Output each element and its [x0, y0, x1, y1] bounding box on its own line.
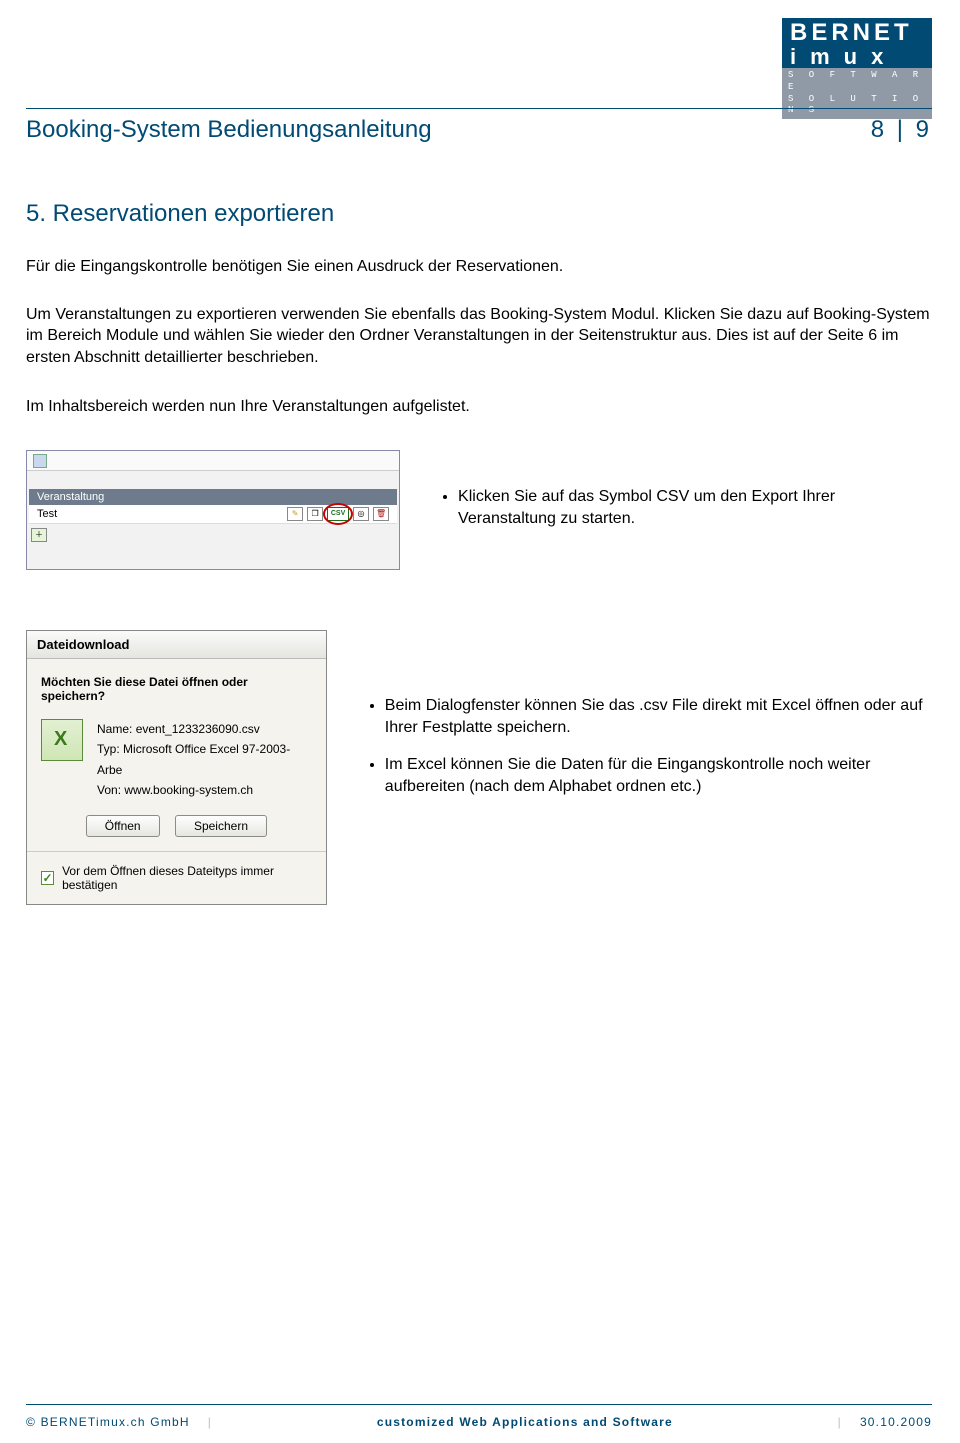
figure-block-2: Dateidownload Möchten Sie diese Datei öf… — [26, 630, 932, 905]
footer-separator: | — [820, 1415, 860, 1429]
confirm-checkbox-label: Vor dem Öffnen dieses Dateityps immer be… — [62, 864, 312, 892]
page-content: 5. Reservationen exportieren Für die Ein… — [26, 200, 932, 965]
logo-line-2: imux — [790, 45, 924, 68]
file-type-value: Microsoft Office Excel 97-2003-Arbe — [97, 742, 290, 776]
section-heading: 5. Reservationen exportieren — [26, 200, 932, 228]
delete-icon[interactable]: 🗑 — [373, 507, 389, 521]
view-icon[interactable]: ◎ — [353, 507, 369, 521]
save-button[interactable]: Speichern — [175, 815, 267, 837]
footer-copyright: © BERNETimux.ch GmbH — [26, 1415, 190, 1429]
csv-export-icon[interactable]: CSV — [327, 507, 349, 521]
footer-separator: | — [190, 1415, 230, 1429]
intro-paragraph-2: Um Veranstaltungen zu exportieren verwen… — [26, 304, 932, 369]
file-from-label: Von: — [97, 783, 121, 797]
dialog-title: Dateidownload — [27, 631, 326, 659]
open-button[interactable]: Öffnen — [86, 815, 160, 837]
logo-wordmark: BERNET imux — [782, 18, 932, 68]
brand-logo: BERNET imux S O F T W A R E S O L U T I … — [782, 18, 932, 119]
event-list-toolbar — [27, 451, 399, 471]
dialog-file-info: Name: event_1233236090.csv Typ: Microsof… — [41, 719, 312, 801]
instruction-list-1: Klicken Sie auf das Symbol CSV um den Ex… — [440, 444, 932, 545]
event-list-header: Veranstaltung — [29, 489, 397, 505]
dialog-question: Möchten Sie diese Datei öffnen oder spei… — [41, 675, 312, 703]
footer-rule — [26, 1404, 932, 1405]
dialog-buttons: Öffnen Speichern — [41, 801, 312, 841]
file-name-row: Name: event_1233236090.csv — [97, 719, 312, 739]
add-icon[interactable]: ＋ — [31, 528, 47, 542]
event-name: Test — [37, 508, 57, 520]
dialog-file-meta: Name: event_1233236090.csv Typ: Microsof… — [97, 719, 312, 801]
download-dialog-screenshot: Dateidownload Möchten Sie diese Datei öf… — [26, 630, 327, 905]
edit-icon[interactable]: ✎ — [287, 507, 303, 521]
event-row[interactable]: Test ✎ ❐ CSV ◎ 🗑 — [29, 505, 397, 524]
page-header: Booking-System Bedienungsanleitung 8 | 9 — [26, 116, 932, 144]
excel-file-icon — [41, 719, 83, 761]
file-from-value: www.booking-system.ch — [124, 783, 253, 797]
instruction-item: Klicken Sie auf das Symbol CSV um den Ex… — [458, 486, 932, 531]
event-list-screenshot: Veranstaltung Test ✎ ❐ CSV ◎ 🗑 ＋ — [26, 450, 400, 570]
document-title: Booking-System Bedienungsanleitung — [26, 116, 432, 144]
event-row-actions: ✎ ❐ CSV ◎ 🗑 — [287, 507, 389, 521]
dialog-checkbox-row: ✓ Vor dem Öffnen dieses Dateityps immer … — [27, 851, 326, 904]
file-name-label: Name: — [97, 722, 132, 736]
save-icon[interactable] — [33, 454, 47, 468]
page-footer: © BERNETimux.ch GmbH | customized Web Ap… — [26, 1415, 932, 1429]
footer-tagline: customized Web Applications and Software — [230, 1415, 820, 1429]
logo-sub-1: S O F T W A R E — [788, 70, 926, 93]
header-rule — [26, 108, 932, 109]
instruction-item: Im Excel können Sie die Daten für die Ei… — [385, 754, 932, 799]
file-name-value: event_1233236090.csv — [136, 722, 260, 736]
logo-line-1: BERNET — [790, 20, 924, 45]
add-event-row: ＋ — [29, 526, 397, 544]
copy-icon[interactable]: ❐ — [307, 507, 323, 521]
page-number: 8 | 9 — [871, 116, 932, 144]
figure-block-1: Veranstaltung Test ✎ ❐ CSV ◎ 🗑 ＋ K — [26, 444, 932, 570]
intro-paragraph-3: Im Inhaltsbereich werden nun Ihre Verans… — [26, 396, 932, 418]
file-type-row: Typ: Microsoft Office Excel 97-2003-Arbe — [97, 739, 312, 780]
file-type-label: Typ: — [97, 742, 120, 756]
footer-date: 30.10.2009 — [860, 1415, 932, 1429]
dialog-body: Möchten Sie diese Datei öffnen oder spei… — [27, 659, 326, 851]
logo-tagline: S O F T W A R E S O L U T I O N S — [782, 68, 932, 119]
file-from-row: Von: www.booking-system.ch — [97, 780, 312, 800]
logo-sub-2: S O L U T I O N S — [788, 94, 926, 117]
confirm-checkbox[interactable]: ✓ — [41, 871, 54, 885]
instruction-item: Beim Dialogfenster können Sie das .csv F… — [385, 695, 932, 740]
instruction-list-2: Beim Dialogfenster können Sie das .csv F… — [367, 630, 932, 813]
intro-paragraph-1: Für die Eingangskontrolle benötigen Sie … — [26, 256, 932, 278]
